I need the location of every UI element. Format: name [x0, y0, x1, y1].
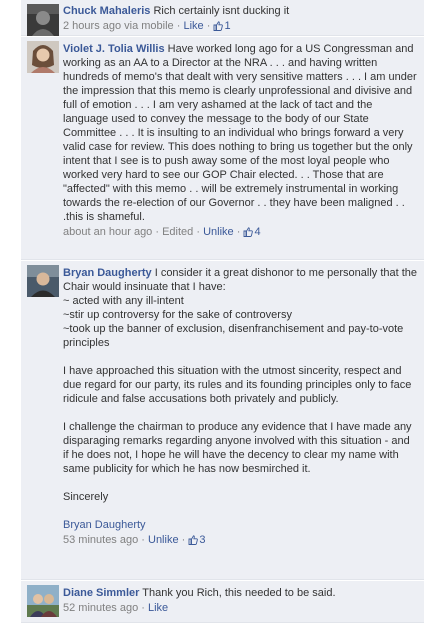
comment-list-item: ~stir up controversy for the sake of con… — [63, 309, 292, 321]
comment-item: Violet J. Tolia Willis Have worked long … — [21, 37, 424, 260]
like-count[interactable]: 3 — [188, 534, 205, 546]
comment-feed: Chuck Mahaleris Rich certainly isnt duck… — [0, 0, 430, 623]
comment-meta: about an hour ago · Edited · Unlike · 4 — [63, 225, 418, 241]
comment-paragraph: I challenge the chairman to produce any … — [63, 421, 412, 475]
comment-meta: 52 minutes ago · Like — [63, 602, 169, 614]
comment-paragraph: Sincerely — [63, 491, 109, 503]
avatar[interactable] — [27, 265, 59, 297]
comment-author[interactable]: Chuck Mahaleris — [63, 5, 150, 17]
thumbs-up-icon — [188, 535, 199, 549]
unlike-link[interactable]: Unlike — [148, 534, 179, 546]
comment-content: Violet J. Tolia Willis Have worked long … — [63, 42, 418, 241]
comment-timestamp[interactable]: about an hour ago — [63, 226, 152, 238]
like-link[interactable]: Like — [183, 20, 203, 32]
unlike-link[interactable]: Unlike — [203, 226, 234, 238]
comment-content: Bryan Daugherty I consider it a great di… — [63, 266, 418, 549]
comment-list-item: ~took up the banner of exclusion, disenf… — [63, 323, 404, 349]
comment-content: Diane Simmler Thank you Rich, this neede… — [63, 586, 418, 615]
comment-text: Rich certainly isnt ducking it — [153, 5, 290, 17]
comment-content: Chuck Mahaleris Rich certainly isnt duck… — [63, 4, 418, 35]
comment-list-item: ~ acted with any ill-intent — [63, 295, 184, 307]
avatar[interactable] — [27, 41, 59, 73]
comment-item: Bryan Daugherty I consider it a great di… — [21, 261, 424, 580]
thumbs-up-icon — [243, 227, 254, 241]
comment-text: Thank you Rich, this needed to be said. — [142, 587, 336, 599]
edited-label[interactable]: Edited — [162, 226, 193, 238]
comment-meta: 2 hours ago via mobile · Like · 1 — [63, 19, 418, 35]
comment-timestamp[interactable]: 52 minutes ago — [63, 602, 138, 614]
like-link[interactable]: Like — [148, 602, 168, 614]
avatar[interactable] — [27, 4, 59, 36]
like-count[interactable]: 4 — [243, 226, 261, 241]
thumbs-up-icon — [213, 21, 224, 35]
comment-item: Diane Simmler Thank you Rich, this neede… — [21, 581, 424, 623]
comment-meta: 53 minutes ago · Unlike · 3 — [63, 533, 418, 549]
signature-link[interactable]: Bryan Daugherty — [63, 518, 418, 532]
comment-timestamp[interactable]: 53 minutes ago — [63, 534, 138, 546]
comment-author[interactable]: Violet J. Tolia Willis — [63, 43, 165, 55]
comment-author[interactable]: Diane Simmler — [63, 587, 139, 599]
like-count[interactable]: 1 — [213, 20, 231, 35]
comment-author[interactable]: Bryan Daugherty — [63, 267, 152, 279]
comment-item: Chuck Mahaleris Rich certainly isnt duck… — [21, 0, 424, 36]
avatar[interactable] — [27, 585, 59, 617]
comment-text: Have worked long ago for a US Congressma… — [63, 43, 417, 223]
comment-timestamp[interactable]: 2 hours ago via mobile — [63, 20, 174, 32]
comment-paragraph: I have approached this situation with th… — [63, 365, 412, 405]
